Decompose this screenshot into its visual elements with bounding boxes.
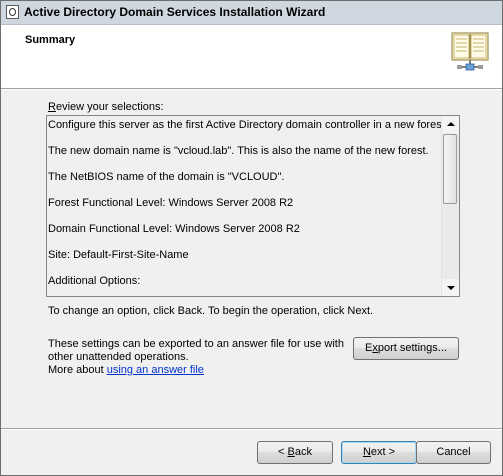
page-title: Summary [25, 34, 76, 46]
more-about-text: More about [48, 364, 107, 376]
book-server-icon [451, 32, 489, 71]
arrow-down-icon [447, 286, 455, 290]
scroll-thumb[interactable] [443, 134, 457, 204]
export-text: These settings can be exported to an ans… [48, 338, 344, 363]
summary-line: Site: Default-First-Site-Name [48, 249, 189, 261]
summary-line: The new domain name is "vcloud.lab". Thi… [48, 145, 429, 157]
next-label-text-rest: ext > [370, 446, 396, 458]
change-hint-text: To change an option, click Back. To begi… [48, 305, 374, 317]
footer-divider-highlight [1, 429, 502, 430]
export-settings-button[interactable]: Export settings... [353, 337, 459, 360]
back-button[interactable]: < Back [257, 441, 333, 464]
arrow-up-icon [447, 122, 455, 126]
header-divider [1, 89, 502, 90]
wizard-app-icon [6, 5, 19, 19]
back-label-text-rest: ack [294, 446, 312, 458]
wizard-window: Active Directory Domain Services Install… [0, 0, 503, 476]
cancel-button[interactable]: Cancel [416, 441, 491, 464]
summary-line: Domain Functional Level: Windows Server … [48, 223, 300, 235]
back-label-text: < [278, 446, 288, 458]
summary-line: Forest Functional Level: Windows Server … [48, 197, 294, 209]
export-description: These settings can be exported to an ans… [48, 338, 348, 377]
export-settings-label-text-rest: port settings... [377, 342, 447, 354]
answer-file-link[interactable]: using an answer file [107, 364, 204, 376]
summary-content: Configure this server as the first Activ… [48, 118, 442, 296]
scroll-down-button[interactable] [442, 279, 459, 296]
next-label-mnemonic: N [362, 446, 371, 458]
summary-line: Additional Options: [48, 275, 141, 287]
next-button[interactable]: Next > [341, 441, 417, 464]
summary-listbox[interactable]: Configure this server as the first Activ… [46, 115, 460, 297]
back-label-mnemonic: B [287, 446, 295, 458]
window-title: Active Directory Domain Services Install… [24, 5, 326, 19]
review-label: Review your selections: [48, 101, 164, 113]
title-bar[interactable]: Active Directory Domain Services Install… [1, 1, 502, 25]
review-label-rest: eview your selections: [55, 101, 164, 113]
summary-line: Configure this server as the first Activ… [48, 119, 442, 131]
scroll-up-button[interactable] [442, 116, 459, 133]
summary-line: The NetBIOS name of the domain is "VCLOU… [48, 171, 285, 183]
wizard-header: Summary [1, 25, 502, 89]
vertical-scrollbar[interactable] [441, 116, 459, 296]
